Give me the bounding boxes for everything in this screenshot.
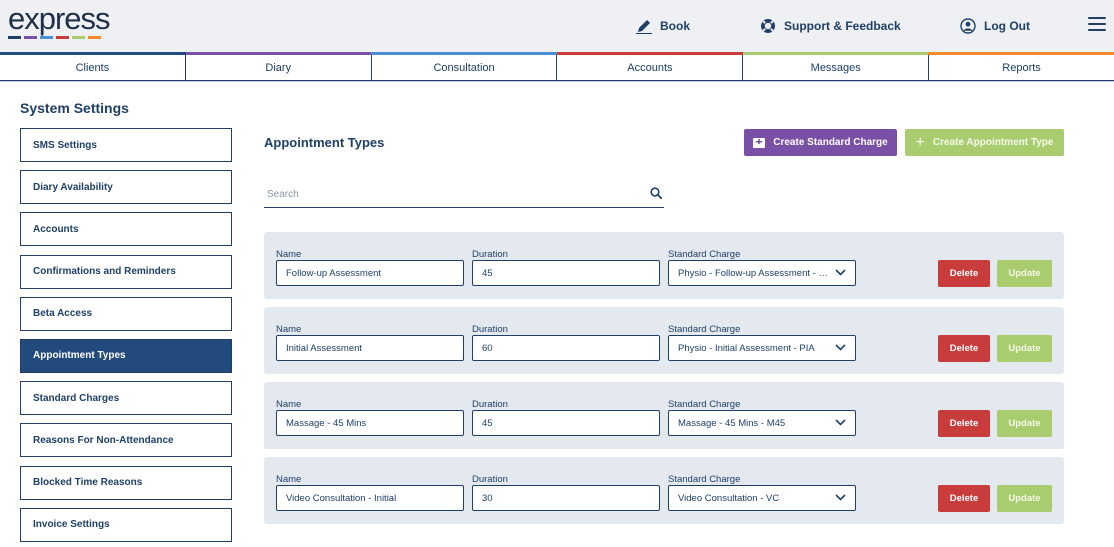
user-icon (960, 18, 976, 34)
standard-charge-label: Standard Charge (668, 324, 741, 335)
appointment-type-row: Name Duration Standard Charge Follow-up … (264, 232, 1064, 299)
name-field[interactable]: Initial Assessment (276, 335, 464, 361)
chevron-down-icon (835, 494, 846, 501)
name-field[interactable]: Follow-up Assessment (276, 260, 464, 286)
tab-diary[interactable]: Diary (185, 55, 372, 81)
standard-charge-select[interactable]: Massage - 45 Mins - M45 (668, 410, 856, 436)
pencil-icon (636, 20, 652, 34)
support-label: Support & Feedback (784, 19, 901, 33)
chevron-down-icon (835, 269, 846, 276)
hamburger-menu-icon[interactable] (1088, 17, 1106, 33)
logo-bar (40, 36, 53, 39)
logo-bar (72, 36, 85, 39)
appointment-type-row: Name Duration Standard Charge Video Cons… (264, 457, 1064, 524)
standard-charge-label: Standard Charge (668, 474, 741, 485)
delete-button[interactable]: Delete (938, 410, 990, 437)
sidebar-item-invoice-settings[interactable]: Invoice Settings (20, 507, 232, 542)
logo-color-bars (8, 36, 101, 39)
name-label: Name (276, 249, 302, 260)
name-field[interactable]: Massage - 45 Mins (276, 410, 464, 436)
name-label: Name (276, 474, 302, 485)
create-standard-charge-button[interactable]: Create Standard Charge (744, 129, 897, 156)
money-icon (753, 137, 766, 148)
logo-bar (88, 36, 101, 39)
tab-clients[interactable]: Clients (0, 55, 186, 81)
duration-field[interactable]: 30 (472, 485, 660, 511)
tab-consultation[interactable]: Consultation (371, 55, 558, 81)
standard-charge-label: Standard Charge (668, 399, 741, 410)
name-label: Name (276, 324, 302, 335)
logo-bar (56, 36, 69, 39)
duration-label: Duration (472, 399, 508, 410)
standard-charge-value: Physio - Initial Assessment - PIA (678, 342, 815, 354)
sidebar-item-blocked-time-reasons[interactable]: Blocked Time Reasons (20, 465, 232, 500)
update-button[interactable]: Update (997, 335, 1052, 362)
name-label: Name (276, 399, 302, 410)
logo-bar (24, 36, 37, 39)
standard-charge-value: Video Consultation - VC (678, 492, 780, 504)
tab-reports[interactable]: Reports (929, 55, 1114, 81)
create-appointment-type-button[interactable]: + Create Appointment Type (905, 129, 1064, 156)
sidebar-item-diary-availability[interactable]: Diary Availability (20, 170, 232, 205)
delete-button[interactable]: Delete (938, 260, 990, 287)
search-icon[interactable] (650, 187, 662, 199)
update-button[interactable]: Update (997, 260, 1052, 287)
standard-charge-label: Standard Charge (668, 249, 741, 260)
page-title: System Settings (20, 100, 129, 116)
create-appointment-type-label: Create Appointment Type (932, 137, 1054, 148)
duration-field[interactable]: 45 (472, 260, 660, 286)
logo-text: express (8, 1, 111, 36)
standard-charge-select[interactable]: Video Consultation - VC (668, 485, 856, 511)
main-nav: Clients Diary Consultation Accounts Mess… (0, 55, 1114, 82)
appointment-type-row: Name Duration Standard Charge Initial As… (264, 307, 1064, 374)
tab-messages[interactable]: Messages (743, 55, 930, 81)
chevron-down-icon (835, 419, 846, 426)
chevron-down-icon (835, 344, 846, 351)
create-standard-charge-label: Create Standard Charge (773, 137, 888, 148)
sidebar-item-beta-access[interactable]: Beta Access (20, 296, 232, 331)
settings-sidebar: SMS Settings Diary Availability Accounts… (20, 128, 232, 547)
express-logo[interactable]: express (8, 1, 128, 44)
search-input[interactable] (264, 181, 634, 207)
sidebar-item-accounts[interactable]: Accounts (20, 212, 232, 247)
sidebar-item-confirmations-reminders[interactable]: Confirmations and Reminders (20, 254, 232, 289)
duration-label: Duration (472, 324, 508, 335)
tab-accounts[interactable]: Accounts (557, 55, 744, 81)
search-bar (264, 181, 664, 208)
standard-charge-value: Massage - 45 Mins - M45 (678, 417, 786, 429)
name-field[interactable]: Video Consultation - Initial (276, 485, 464, 511)
section-heading: Appointment Types (264, 135, 385, 150)
duration-label: Duration (472, 249, 508, 260)
standard-charge-select[interactable]: Physio - Follow-up Assessment - PFA (668, 260, 856, 286)
sidebar-item-appointment-types[interactable]: Appointment Types (20, 338, 232, 373)
top-bar: express Book Support & Feedback Log Out (0, 0, 1114, 52)
update-button[interactable]: Update (997, 410, 1052, 437)
lifebuoy-icon (761, 19, 775, 33)
book-label: Book (660, 19, 690, 33)
sidebar-item-reasons-non-attendance[interactable]: Reasons For Non-Attendance (20, 423, 232, 458)
logo-bar (8, 36, 21, 39)
appointment-type-row: Name Duration Standard Charge Massage - … (264, 382, 1064, 449)
sidebar-item-standard-charges[interactable]: Standard Charges (20, 381, 232, 416)
standard-charge-value: Physio - Follow-up Assessment - PFA (678, 267, 828, 279)
duration-field[interactable]: 60 (472, 335, 660, 361)
book-link[interactable]: Book (636, 18, 690, 34)
delete-button[interactable]: Delete (938, 335, 990, 362)
update-button[interactable]: Update (997, 485, 1052, 512)
delete-button[interactable]: Delete (938, 485, 990, 512)
logout-link[interactable]: Log Out (960, 18, 1030, 34)
duration-label: Duration (472, 474, 508, 485)
logout-label: Log Out (984, 19, 1030, 33)
support-feedback-link[interactable]: Support & Feedback (760, 18, 901, 34)
sidebar-item-sms-settings[interactable]: SMS Settings (20, 128, 232, 162)
plus-icon: + (915, 133, 925, 151)
duration-field[interactable]: 45 (472, 410, 660, 436)
standard-charge-select[interactable]: Physio - Initial Assessment - PIA (668, 335, 856, 361)
